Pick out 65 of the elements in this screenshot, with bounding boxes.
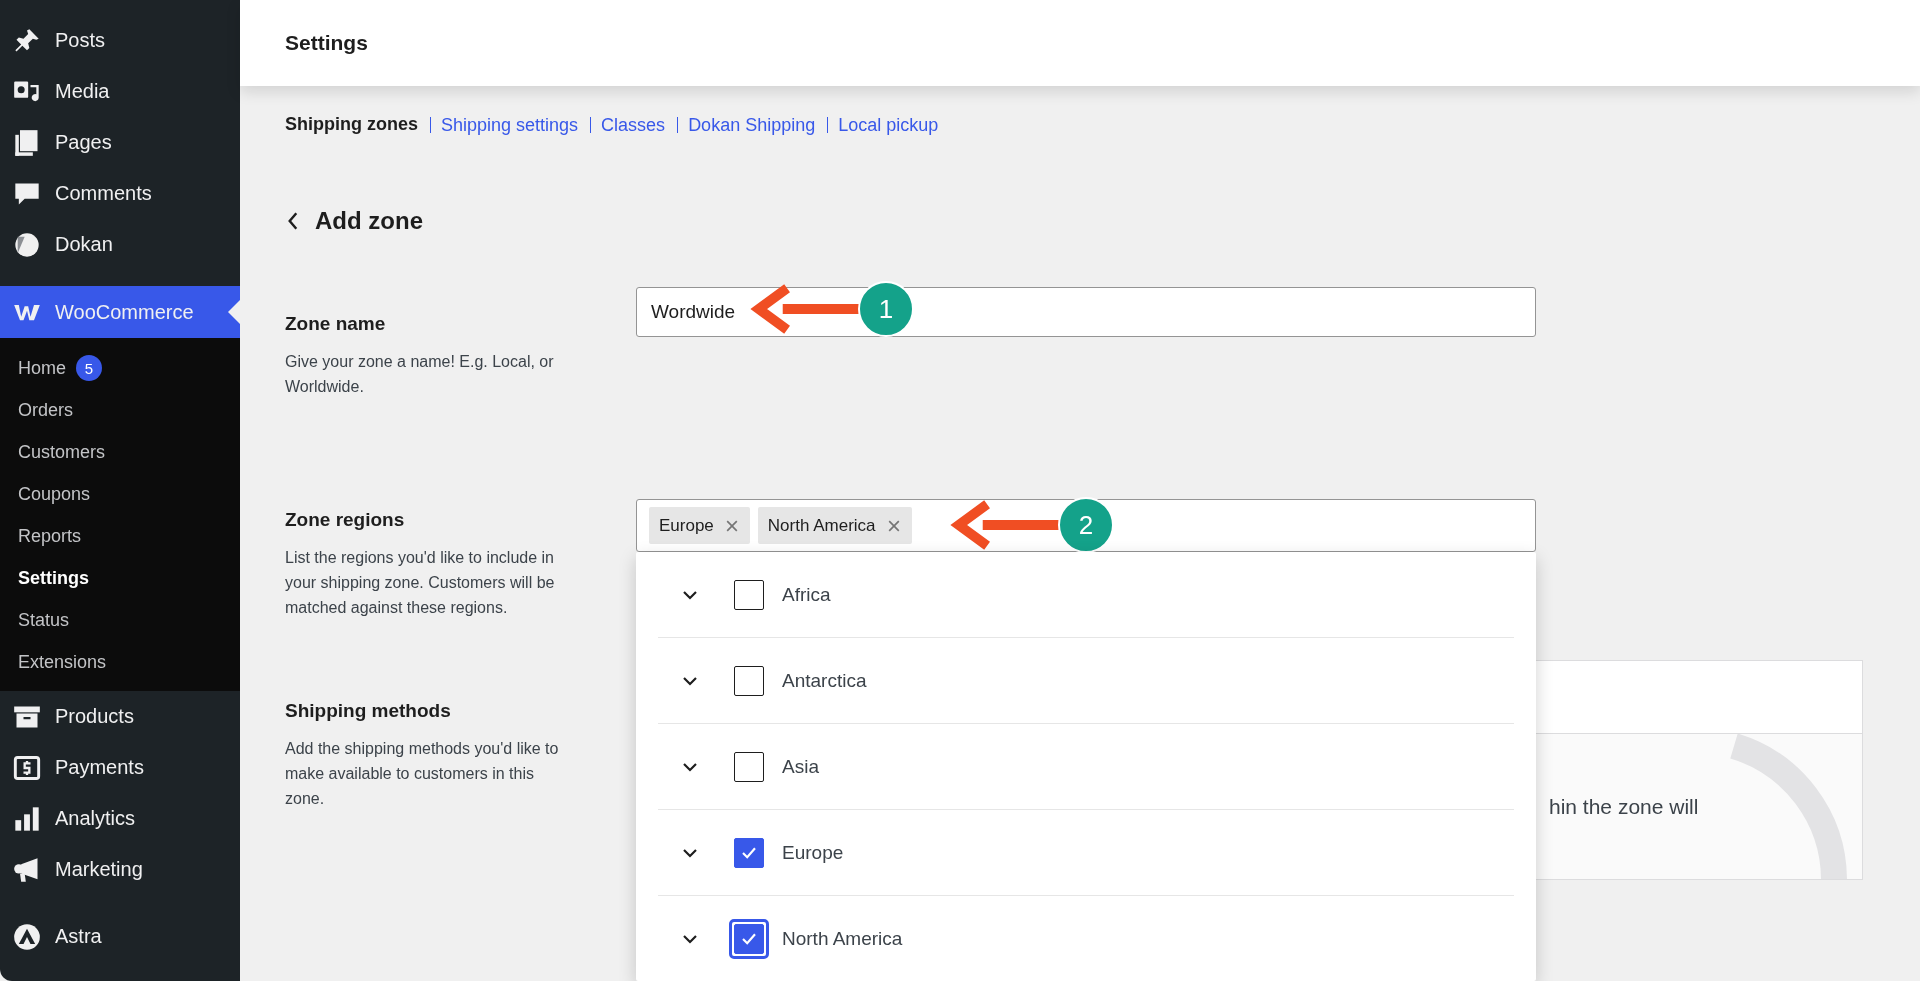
- chevron-down-icon[interactable]: [682, 933, 698, 944]
- region-option[interactable]: Africa: [658, 552, 1514, 638]
- settings-tab[interactable]: Local pickup: [827, 116, 939, 133]
- submenu-label: Status: [18, 609, 70, 631]
- submenu-item[interactable]: Settings: [0, 557, 240, 599]
- submenu-label: Home: [18, 357, 66, 379]
- submenu-item[interactable]: Orders: [0, 389, 240, 431]
- sidebar-menu-item[interactable]: Analytics: [0, 793, 240, 844]
- field-label: Shipping methods: [285, 700, 452, 722]
- region-tag: Europe: [649, 507, 750, 544]
- submenu-label: Reports: [18, 525, 82, 547]
- chevron-down-icon[interactable]: [682, 675, 698, 686]
- region-option[interactable]: Asia: [658, 724, 1514, 810]
- sidebar-menu-item[interactable]: Marketing: [0, 844, 240, 895]
- submenu-label: Orders: [18, 399, 73, 421]
- sidebar-menu-item[interactable]: Media: [0, 66, 240, 117]
- close-icon[interactable]: [887, 519, 900, 532]
- region-option[interactable]: Antarctica: [658, 638, 1514, 724]
- region-tag: North America: [757, 507, 912, 544]
- field-description: Give your zone a name! E.g. Local, or Worldwide.: [285, 352, 555, 397]
- submenu-item[interactable]: Status: [0, 599, 240, 641]
- settings-tab[interactable]: Shipping zones: [285, 114, 418, 135]
- sidebar-menu-item[interactable]: Pages: [0, 117, 240, 168]
- menu-pointer-icon: [228, 300, 240, 324]
- payment-icon: [13, 753, 41, 782]
- sidebar-menu-item[interactable]: Comments: [0, 168, 240, 219]
- sidebar-menu-item[interactable]: Dokan: [0, 219, 240, 270]
- settings-tab[interactable]: Classes: [590, 116, 666, 133]
- page-title: Add zone: [315, 207, 423, 235]
- submenu-label: Settings: [18, 567, 89, 589]
- header-title: Settings: [285, 31, 368, 55]
- sidebar-menu-item[interactable]: Astra: [0, 911, 240, 962]
- sidebar-menu-item[interactable]: Products: [0, 691, 240, 742]
- table-text: hin the zone will: [1549, 794, 1699, 819]
- pin-icon: [13, 26, 41, 55]
- submenu-label: Customers: [18, 441, 106, 463]
- pages-icon: [13, 128, 41, 157]
- submenu-item[interactable]: Customers: [0, 431, 240, 473]
- count-badge: 5: [76, 355, 102, 381]
- submenu-label: Coupons: [18, 483, 91, 505]
- bar-chart-icon: [13, 804, 41, 833]
- submenu-item[interactable]: Reports: [0, 515, 240, 557]
- region-option[interactable]: Europe: [658, 810, 1514, 896]
- settings-tab[interactable]: Dokan Shipping: [677, 116, 816, 133]
- submenu-item[interactable]: Extensions: [0, 641, 240, 683]
- field-description: List the regions you'd like to include in your shipping zone. Customers will be matched against these regions.: [285, 548, 556, 618]
- submenu-item[interactable]: Home 5: [0, 347, 240, 389]
- chevron-down-icon[interactable]: [682, 847, 698, 858]
- field-label: Zone name: [285, 313, 387, 335]
- sidebar-menu-item[interactable]: WooCommerce: [0, 286, 240, 338]
- sidebar-menu-item[interactable]: Posts: [0, 15, 240, 66]
- field-description: Add the shipping methods you'd like to make available to customers in this zone.: [285, 739, 560, 809]
- chevron-down-icon[interactable]: [682, 589, 698, 600]
- logo-icon: [13, 922, 41, 951]
- region-option[interactable]: North America: [658, 896, 1514, 981]
- submenu-item[interactable]: Coupons: [0, 473, 240, 515]
- checkbox[interactable]: [729, 918, 769, 959]
- chevron-down-icon[interactable]: [682, 761, 698, 772]
- field-label: Zone regions: [285, 509, 406, 531]
- close-icon[interactable]: [725, 519, 738, 532]
- sidebar-menu-item[interactable]: Payments: [0, 742, 240, 793]
- submenu-label: Extensions: [18, 651, 107, 673]
- megaphone-icon: [13, 855, 41, 884]
- settings-tab[interactable]: Shipping settings: [430, 116, 579, 133]
- leaf-icon: [13, 230, 41, 259]
